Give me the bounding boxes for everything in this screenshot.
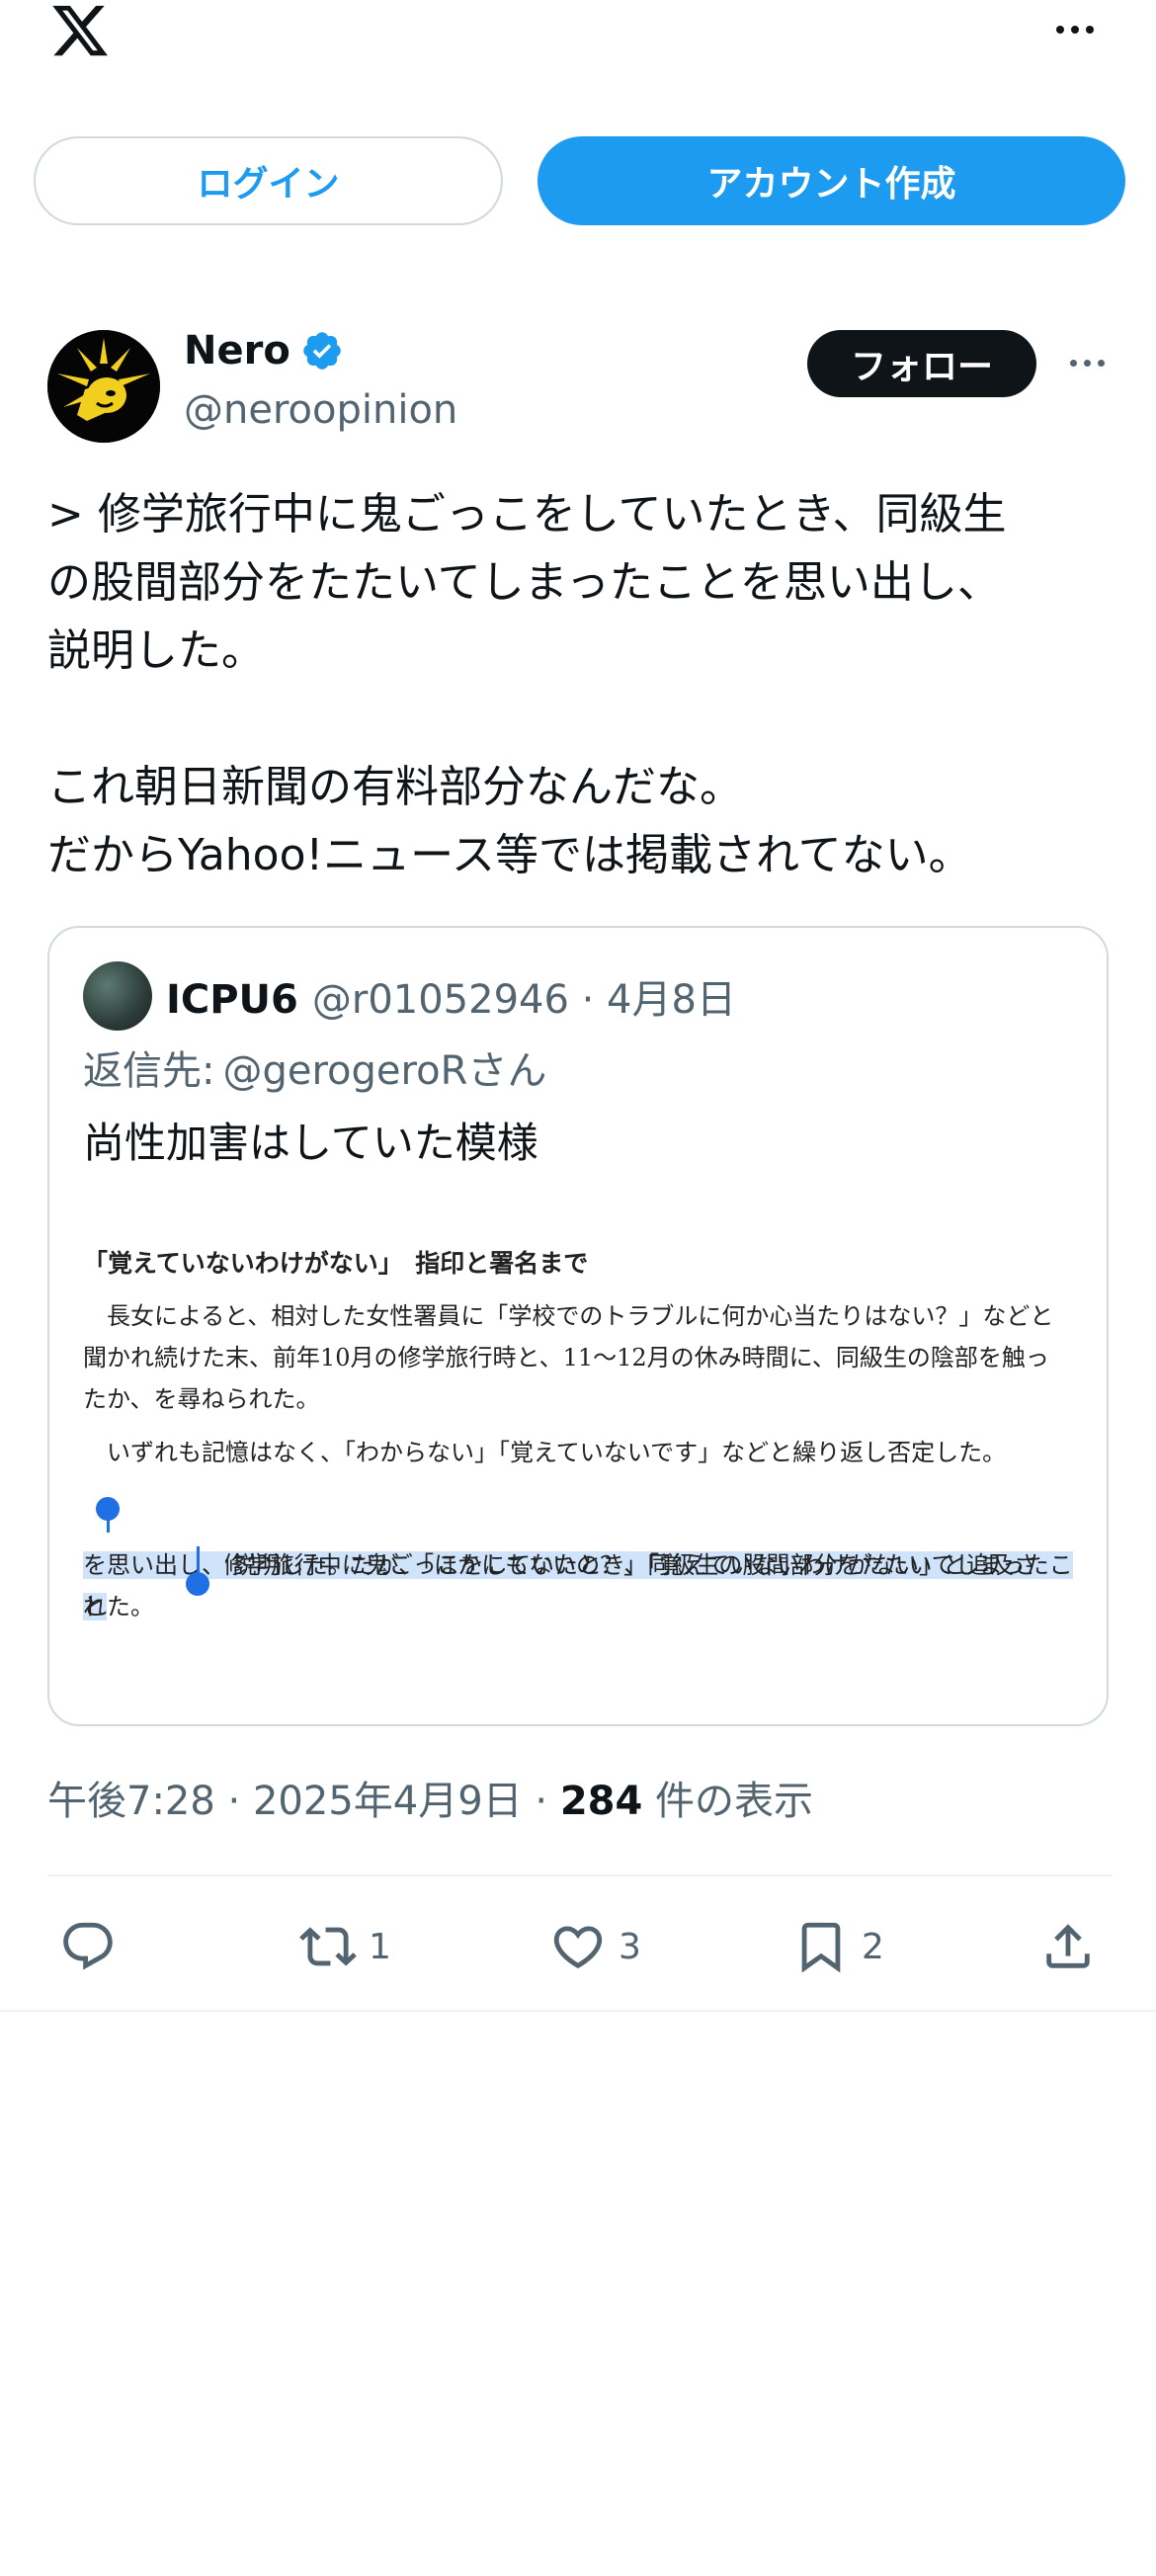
author-name[interactable]: Nero — [184, 328, 290, 374]
post-more-icon[interactable] — [1057, 348, 1116, 377]
bookmark-count: 2 — [862, 1926, 884, 1967]
statue-of-liberty-logo-icon — [47, 330, 160, 443]
reply-button[interactable] — [59, 1902, 128, 1991]
post-text: > 修学旅行中に鬼ごっこをしていたとき、同級生 の股間部分をたたいてしまったこと… — [47, 489, 1007, 880]
bookmark-icon — [801, 1922, 841, 1973]
author-handle[interactable]: @neroopinion — [184, 387, 457, 433]
reply-context: 返信先: @gerogeroRさん — [83, 1039, 546, 1096]
article-paragraph-2: いずれも記憶はなく、「わからない」「覚えていないです」などと繰り返し否定した。 — [83, 1439, 1007, 1466]
top-bar — [0, 0, 1156, 99]
x-logo-icon[interactable] — [45, 0, 115, 61]
repost-icon — [299, 1927, 357, 1966]
like-count: 3 — [619, 1926, 641, 1967]
share-button[interactable] — [1039, 1902, 1097, 1991]
author-name-row: Nero — [184, 326, 344, 375]
bookmark-button[interactable]: 2 — [792, 1902, 884, 1991]
article-paragraph-1: 長女によると、相対した女性署員に「学校でのトラブルに何か心当たりはない？」などと… — [83, 1302, 1054, 1413]
divider — [0, 2010, 1156, 2012]
reply-to-handle[interactable]: @gerogeroRさん — [222, 1039, 546, 1096]
more-options-icon[interactable] — [1045, 10, 1105, 49]
quoted-avatar[interactable] — [83, 961, 152, 1031]
action-bar: 1 3 2 — [0, 1902, 1156, 1991]
repost-count: 1 — [369, 1926, 391, 1967]
divider — [47, 1874, 1113, 1876]
selection-start-handle[interactable] — [96, 1497, 120, 1521]
article-heading: 「覚えていないわけがない」 指印と署名まで — [83, 1249, 589, 1278]
reply-prefix: 返信先: — [83, 1048, 215, 1094]
verified-badge-icon — [303, 332, 341, 370]
login-button[interactable]: ログイン — [34, 136, 503, 225]
repost-button[interactable]: 1 — [299, 1902, 391, 1991]
quoted-post[interactable]: ICPU6 @r01052946 · 4月8日 返信先: @gerogeroRさ… — [47, 926, 1109, 1726]
quoted-author-name: ICPU6 — [166, 977, 298, 1023]
reply-icon — [63, 1922, 113, 1970]
share-icon — [1046, 1924, 1090, 1968]
like-button[interactable]: 3 — [549, 1902, 641, 1991]
follow-button[interactable]: フォロー — [807, 330, 1036, 397]
selection-end-handle[interactable] — [186, 1572, 209, 1596]
quoted-header: ICPU6 @r01052946 · 4月8日 — [166, 967, 736, 1025]
article-paragraph-3-line-3: れた。 — [83, 1593, 154, 1620]
avatar[interactable] — [47, 330, 160, 443]
views-count: 284 — [559, 1779, 643, 1824]
selection-end-bar — [197, 1546, 200, 1574]
quoted-handle-date: @r01052946 · 4月8日 — [311, 977, 736, 1023]
article-paragraph-3-line-2: を思い出し、 説明した。だが、「ほかにもないの？」「覚えていないわけがない」と追… — [83, 1551, 1037, 1579]
heart-icon — [553, 1926, 603, 1969]
quoted-text: 尚性加害はしていた模様 — [83, 1119, 538, 1167]
post-timestamp: 午後7:28 · 2025年4月9日 · 284 件の表示 — [47, 1779, 814, 1824]
signup-button[interactable]: アカウント作成 — [537, 136, 1125, 225]
